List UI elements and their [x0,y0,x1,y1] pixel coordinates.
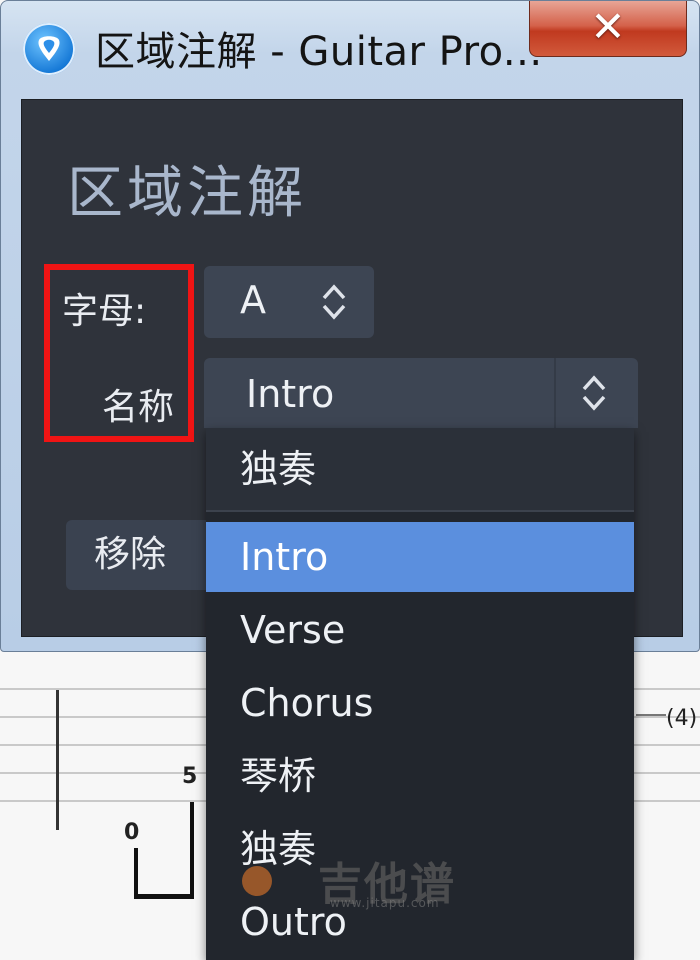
dropdown-item[interactable]: 琴桥 [206,741,634,811]
bar-line [56,690,59,830]
name-value: Intro [246,372,335,416]
letter-label: 字母: [62,291,147,332]
fret-number: 5 [182,764,198,789]
close-icon: ✕ [590,2,626,51]
dropdown-item[interactable]: Intro [206,522,634,592]
dropdown-header: 独奏 [206,428,634,512]
letter-value: A [240,278,266,322]
select-divider [554,358,556,428]
note-stem [190,802,194,898]
dropdown-current-item[interactable]: 独奏 [206,434,634,504]
remove-button[interactable]: 移除 [66,520,216,590]
note-stem [134,848,138,898]
note-beam [134,894,194,899]
window-title: 区域注解 - Guitar Pro... [95,29,543,75]
guitar-pick-icon [23,23,75,75]
spinner-arrows-icon [322,284,346,320]
letter-stepper[interactable]: A [204,266,374,338]
chevron-updown-icon [582,375,606,411]
close-button[interactable]: ✕ [529,1,687,57]
dropdown-item[interactable]: Verse [206,595,634,665]
dialog-heading: 区域注解 [67,161,307,226]
name-select[interactable]: Intro [204,358,638,428]
watermark-logo [242,866,272,896]
right-annotation: (4) [666,706,698,731]
tie-line [636,714,666,716]
dropdown-item[interactable]: Chorus [206,668,634,738]
fret-number: 0 [124,820,140,845]
name-label: 名称 [102,387,175,428]
watermark-sub: www.jitapu.com [330,896,440,910]
title-bar[interactable]: 区域注解 - Guitar Pro... ✕ [1,1,699,93]
